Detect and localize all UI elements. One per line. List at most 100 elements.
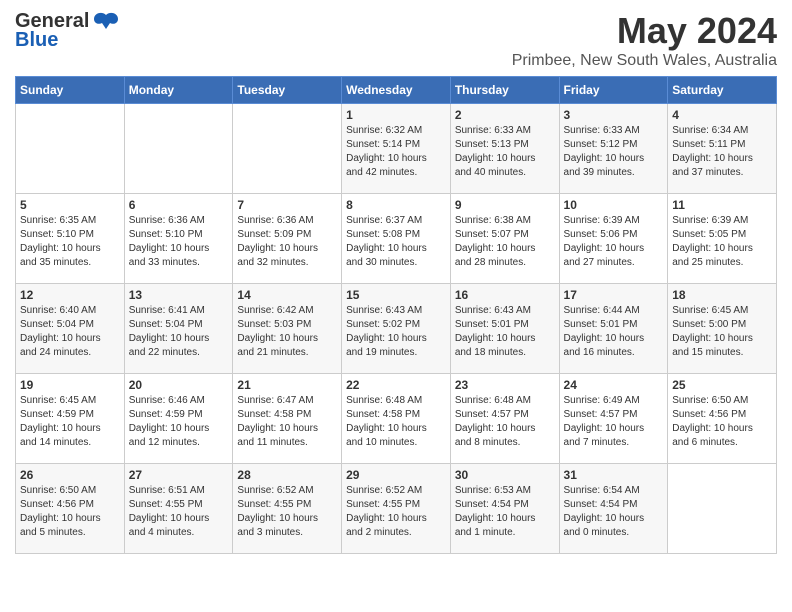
calendar-cell: 9 Sunrise: 6:38 AMSunset: 5:07 PMDaylight…	[450, 194, 559, 284]
calendar-cell: 4Sunrise: 6:34 AMSunset: 5:11 PMDaylight…	[668, 104, 777, 194]
calendar-week-row: 1 Sunrise: 6:32 AMSunset: 5:14 PMDaylight…	[16, 104, 777, 194]
day-number: 12	[20, 288, 120, 302]
calendar-cell: 2 Sunrise: 6:33 AMSunset: 5:13 PMDaylight…	[450, 104, 559, 194]
day-info: Sunrise: 6:33 AMSunset: 5:13 PMDaylight:…	[455, 124, 555, 180]
calendar-cell: 16Sunrise: 6:43 AMSunset: 5:01 PMDayligh…	[450, 284, 559, 374]
day-info: Sunrise: 6:38 AMSunset: 5:07 PMDaylight:…	[455, 214, 555, 270]
day-number: 13	[129, 288, 229, 302]
title-block: May 2024 Primbee, New South Wales, Austr…	[512, 10, 777, 70]
day-info: Sunrise: 6:36 AMSunset: 5:10 PMDaylight:…	[129, 214, 229, 270]
calendar-cell	[233, 104, 342, 194]
day-info: Sunrise: 6:48 AMSunset: 4:58 PMDaylight:…	[346, 394, 446, 450]
calendar-cell: 10Sunrise: 6:39 AMSunset: 5:06 PMDayligh…	[559, 194, 668, 284]
day-number: 28	[237, 468, 337, 482]
day-info: Sunrise: 6:52 AMSunset: 4:55 PMDaylight:…	[237, 484, 337, 540]
day-info: Sunrise: 6:32 AMSunset: 5:14 PMDaylight:…	[346, 124, 446, 180]
day-number: 16	[455, 288, 555, 302]
calendar-cell: 27 Sunrise: 6:51 AMSunset: 4:55 PMDayligh…	[124, 464, 233, 554]
day-number: 9	[455, 198, 555, 212]
day-info: Sunrise: 6:40 AMSunset: 5:04 PMDaylight:…	[20, 304, 120, 360]
day-number: 11	[672, 198, 772, 212]
calendar-week-row: 12 Sunrise: 6:40 AMSunset: 5:04 PMDayligh…	[16, 284, 777, 374]
day-info: Sunrise: 6:42 AMSunset: 5:03 PMDaylight:…	[237, 304, 337, 360]
calendar-cell: 8Sunrise: 6:37 AMSunset: 5:08 PMDaylight…	[342, 194, 451, 284]
day-number: 21	[237, 378, 337, 392]
day-info: Sunrise: 6:49 AMSunset: 4:57 PMDaylight:…	[564, 394, 664, 450]
day-number: 14	[237, 288, 337, 302]
day-number: 25	[672, 378, 772, 392]
calendar-cell: 14 Sunrise: 6:42 AMSunset: 5:03 PMDayligh…	[233, 284, 342, 374]
day-number: 2	[455, 108, 555, 122]
day-number: 31	[564, 468, 664, 482]
day-info: Sunrise: 6:45 AMSunset: 5:00 PMDaylight:…	[672, 304, 772, 360]
day-number: 30	[455, 468, 555, 482]
day-number: 7	[237, 198, 337, 212]
day-number: 15	[346, 288, 446, 302]
calendar-cell: 7Sunrise: 6:36 AMSunset: 5:09 PMDaylight…	[233, 194, 342, 284]
day-number: 24	[564, 378, 664, 392]
day-number: 8	[346, 198, 446, 212]
day-info: Sunrise: 6:50 AMSunset: 4:56 PMDaylight:…	[672, 394, 772, 450]
day-info: Sunrise: 6:33 AMSunset: 5:12 PMDaylight:…	[564, 124, 664, 180]
calendar-cell: 25 Sunrise: 6:50 AMSunset: 4:56 PMDayligh…	[668, 374, 777, 464]
day-number: 27	[129, 468, 229, 482]
day-info: Sunrise: 6:35 AMSunset: 5:10 PMDaylight:…	[20, 214, 120, 270]
calendar-cell: 30 Sunrise: 6:53 AMSunset: 4:54 PMDayligh…	[450, 464, 559, 554]
calendar-cell: 1 Sunrise: 6:32 AMSunset: 5:14 PMDaylight…	[342, 104, 451, 194]
header-monday: Monday	[124, 77, 233, 104]
calendar-cell	[668, 464, 777, 554]
calendar-cell: 29Sunrise: 6:52 AMSunset: 4:55 PMDayligh…	[342, 464, 451, 554]
day-number: 23	[455, 378, 555, 392]
calendar-table: SundayMondayTuesdayWednesdayThursdayFrid…	[15, 76, 777, 554]
logo-blue: Blue	[15, 29, 58, 52]
calendar-cell: 17 Sunrise: 6:44 AMSunset: 5:01 PMDayligh…	[559, 284, 668, 374]
calendar-cell	[16, 104, 125, 194]
day-number: 17	[564, 288, 664, 302]
day-info: Sunrise: 6:41 AMSunset: 5:04 PMDaylight:…	[129, 304, 229, 360]
header-wednesday: Wednesday	[342, 77, 451, 104]
day-info: Sunrise: 6:44 AMSunset: 5:01 PMDaylight:…	[564, 304, 664, 360]
calendar-cell: 21 Sunrise: 6:47 AMSunset: 4:58 PMDayligh…	[233, 374, 342, 464]
day-info: Sunrise: 6:39 AMSunset: 5:05 PMDaylight:…	[672, 214, 772, 270]
day-number: 22	[346, 378, 446, 392]
day-info: Sunrise: 6:47 AMSunset: 4:58 PMDaylight:…	[237, 394, 337, 450]
calendar-week-row: 19Sunrise: 6:45 AMSunset: 4:59 PMDayligh…	[16, 374, 777, 464]
day-info: Sunrise: 6:45 AMSunset: 4:59 PMDaylight:…	[20, 394, 120, 450]
calendar-cell: 11 Sunrise: 6:39 AMSunset: 5:05 PMDayligh…	[668, 194, 777, 284]
calendar-header-row: SundayMondayTuesdayWednesdayThursdayFrid…	[16, 77, 777, 104]
day-info: Sunrise: 6:51 AMSunset: 4:55 PMDaylight:…	[129, 484, 229, 540]
page-header: General Blue May 2024 Primbee, New South…	[15, 10, 777, 70]
calendar-cell: 23Sunrise: 6:48 AMSunset: 4:57 PMDayligh…	[450, 374, 559, 464]
day-number: 29	[346, 468, 446, 482]
calendar-cell: 15 Sunrise: 6:43 AMSunset: 5:02 PMDayligh…	[342, 284, 451, 374]
header-friday: Friday	[559, 77, 668, 104]
day-number: 5	[20, 198, 120, 212]
day-info: Sunrise: 6:53 AMSunset: 4:54 PMDaylight:…	[455, 484, 555, 540]
calendar-cell	[124, 104, 233, 194]
day-info: Sunrise: 6:54 AMSunset: 4:54 PMDaylight:…	[564, 484, 664, 540]
day-info: Sunrise: 6:34 AMSunset: 5:11 PMDaylight:…	[672, 124, 772, 180]
calendar-cell: 18 Sunrise: 6:45 AMSunset: 5:00 PMDayligh…	[668, 284, 777, 374]
calendar-cell: 26Sunrise: 6:50 AMSunset: 4:56 PMDayligh…	[16, 464, 125, 554]
calendar-week-row: 5 Sunrise: 6:35 AMSunset: 5:10 PMDaylight…	[16, 194, 777, 284]
day-info: Sunrise: 6:50 AMSunset: 4:56 PMDaylight:…	[20, 484, 120, 540]
header-thursday: Thursday	[450, 77, 559, 104]
calendar-cell: 31 Sunrise: 6:54 AMSunset: 4:54 PMDayligh…	[559, 464, 668, 554]
day-number: 18	[672, 288, 772, 302]
calendar-cell: 24 Sunrise: 6:49 AMSunset: 4:57 PMDayligh…	[559, 374, 668, 464]
day-info: Sunrise: 6:46 AMSunset: 4:59 PMDaylight:…	[129, 394, 229, 450]
day-number: 20	[129, 378, 229, 392]
day-info: Sunrise: 6:43 AMSunset: 5:02 PMDaylight:…	[346, 304, 446, 360]
calendar-cell: 13 Sunrise: 6:41 AMSunset: 5:04 PMDayligh…	[124, 284, 233, 374]
day-info: Sunrise: 6:39 AMSunset: 5:06 PMDaylight:…	[564, 214, 664, 270]
calendar-cell: 3 Sunrise: 6:33 AMSunset: 5:12 PMDaylight…	[559, 104, 668, 194]
header-sunday: Sunday	[16, 77, 125, 104]
calendar-cell: 22 Sunrise: 6:48 AMSunset: 4:58 PMDayligh…	[342, 374, 451, 464]
calendar-cell: 12 Sunrise: 6:40 AMSunset: 5:04 PMDayligh…	[16, 284, 125, 374]
day-number: 1	[346, 108, 446, 122]
day-number: 3	[564, 108, 664, 122]
calendar-cell: 5 Sunrise: 6:35 AMSunset: 5:10 PMDaylight…	[16, 194, 125, 284]
header-saturday: Saturday	[668, 77, 777, 104]
calendar-cell: 28 Sunrise: 6:52 AMSunset: 4:55 PMDayligh…	[233, 464, 342, 554]
logo: General Blue	[15, 10, 120, 52]
